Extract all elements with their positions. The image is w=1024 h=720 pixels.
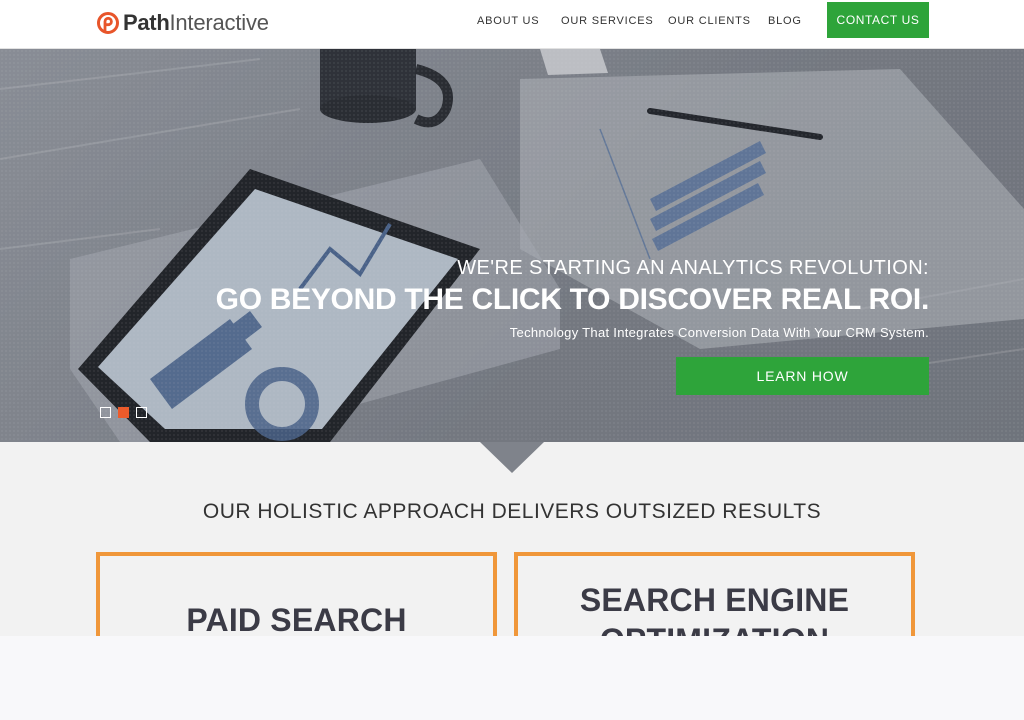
card-title: PAID SEARCH	[186, 602, 407, 638]
hero-down-notch	[480, 442, 544, 473]
nav-our-clients[interactable]: OUR CLIENTS	[668, 15, 751, 27]
slide-dot-3[interactable]	[136, 407, 147, 418]
slider-dots	[100, 407, 147, 418]
path-logo-icon	[96, 11, 123, 35]
logo-text-light: Interactive	[169, 10, 269, 35]
nav-blog[interactable]: BLOG	[768, 15, 802, 27]
section-title: OUR HOLISTIC APPROACH DELIVERS OUTSIZED …	[202, 500, 822, 523]
logo-text-bold: Path	[123, 10, 170, 35]
hero-subtitle: Technology That Integrates Conversion Da…	[509, 325, 929, 340]
slide-dot-1[interactable]	[100, 407, 111, 418]
slide-dot-2[interactable]	[118, 407, 129, 418]
site-header: Path Interactive ABOUT US OUR SERVICES O…	[0, 0, 1024, 49]
hero-kicker: WE'RE STARTING AN ANALYTICS REVOLUTION:	[457, 257, 929, 279]
page-bottom-overlay	[0, 636, 1024, 720]
hero-slider: WE'RE STARTING AN ANALYTICS REVOLUTION: …	[0, 49, 1024, 442]
hero-title: GO BEYOND THE CLICK TO DISCOVER REAL ROI…	[215, 283, 930, 316]
learn-how-button[interactable]: LEARN HOW	[676, 357, 929, 395]
contact-us-button[interactable]: CONTACT US	[827, 2, 929, 38]
nav-about-us[interactable]: ABOUT US	[477, 15, 539, 27]
logo[interactable]: Path Interactive	[96, 9, 269, 37]
nav-our-services[interactable]: OUR SERVICES	[561, 15, 654, 27]
